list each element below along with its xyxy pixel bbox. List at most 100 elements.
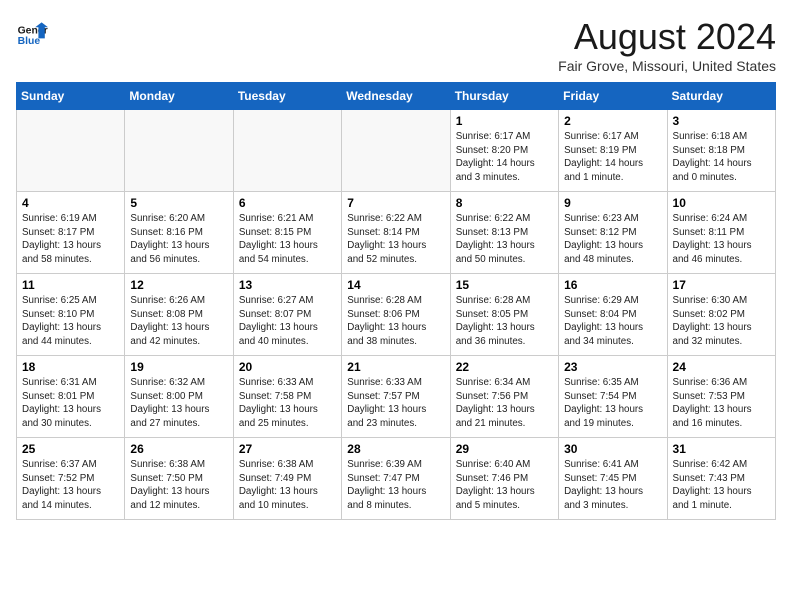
day-cell: 30 Sunrise: 6:41 AMSunset: 7:45 PMDayligh… (559, 438, 667, 520)
day-cell: 9 Sunrise: 6:23 AMSunset: 8:12 PMDaylight… (559, 192, 667, 274)
day-number: 5 (130, 196, 227, 210)
day-cell: 19 Sunrise: 6:32 AMSunset: 8:00 PMDayligh… (125, 356, 233, 438)
col-header-thursday: Thursday (450, 83, 558, 110)
day-cell (233, 110, 341, 192)
day-detail: Sunrise: 6:17 AMSunset: 8:19 PMDaylight:… (564, 130, 661, 185)
col-header-sunday: Sunday (17, 83, 125, 110)
day-number: 7 (347, 196, 444, 210)
day-number: 2 (564, 114, 661, 128)
day-cell: 27 Sunrise: 6:38 AMSunset: 7:49 PMDayligh… (233, 438, 341, 520)
col-header-monday: Monday (125, 83, 233, 110)
day-cell: 13Sunrise: 6:27 AMSunset: 8:07 PMDayligh… (233, 274, 341, 356)
day-detail: Sunrise: 6:41 AMSunset: 7:45 PMDaylight:… (564, 458, 661, 513)
day-number: 14 (347, 278, 444, 292)
day-number: 23 (564, 360, 661, 374)
title-block: August 2024 Fair Grove, Missouri, United… (558, 16, 776, 74)
day-cell: 25 Sunrise: 6:37 AMSunset: 7:52 PMDayligh… (17, 438, 125, 520)
day-cell (125, 110, 233, 192)
day-number: 3 (673, 114, 770, 128)
day-number: 31 (673, 442, 770, 456)
week-row-1: 1Sunrise: 6:17 AMSunset: 8:20 PMDaylight… (17, 110, 776, 192)
day-number: 19 (130, 360, 227, 374)
day-cell (17, 110, 125, 192)
week-row-2: 4Sunrise: 6:19 AMSunset: 8:17 PMDaylight… (17, 192, 776, 274)
day-detail: Sunrise: 6:20 AMSunset: 8:16 PMDaylight:… (130, 212, 227, 267)
logo: General Blue (16, 16, 48, 48)
day-cell: 18 Sunrise: 6:31 AMSunset: 8:01 PMDayligh… (17, 356, 125, 438)
day-detail: Sunrise: 6:40 AMSunset: 7:46 PMDaylight:… (456, 458, 553, 513)
day-cell: 4Sunrise: 6:19 AMSunset: 8:17 PMDaylight… (17, 192, 125, 274)
week-row-5: 25 Sunrise: 6:37 AMSunset: 7:52 PMDayligh… (17, 438, 776, 520)
day-number: 25 (22, 442, 119, 456)
week-row-4: 18 Sunrise: 6:31 AMSunset: 8:01 PMDayligh… (17, 356, 776, 438)
day-cell: 16 Sunrise: 6:29 AMSunset: 8:04 PMDayligh… (559, 274, 667, 356)
day-number: 8 (456, 196, 553, 210)
day-cell: 1Sunrise: 6:17 AMSunset: 8:20 PMDaylight… (450, 110, 558, 192)
col-header-saturday: Saturday (667, 83, 775, 110)
day-cell: 31 Sunrise: 6:42 AMSunset: 7:43 PMDayligh… (667, 438, 775, 520)
day-cell: 2 Sunrise: 6:17 AMSunset: 8:19 PMDaylight… (559, 110, 667, 192)
day-detail: Sunrise: 6:22 AMSunset: 8:14 PMDaylight:… (347, 212, 444, 267)
day-number: 18 (22, 360, 119, 374)
location-subtitle: Fair Grove, Missouri, United States (558, 58, 776, 74)
day-cell: 20 Sunrise: 6:33 AMSunset: 7:58 PMDayligh… (233, 356, 341, 438)
day-cell: 21 Sunrise: 6:33 AMSunset: 7:57 PMDayligh… (342, 356, 450, 438)
day-cell: 29 Sunrise: 6:40 AMSunset: 7:46 PMDayligh… (450, 438, 558, 520)
day-detail: Sunrise: 6:29 AMSunset: 8:04 PMDaylight:… (564, 294, 661, 349)
day-number: 21 (347, 360, 444, 374)
day-cell: 11 Sunrise: 6:25 AMSunset: 8:10 PMDayligh… (17, 274, 125, 356)
day-detail: Sunrise: 6:36 AMSunset: 7:53 PMDaylight:… (673, 376, 770, 431)
day-cell: 15 Sunrise: 6:28 AMSunset: 8:05 PMDayligh… (450, 274, 558, 356)
day-cell: 23Sunrise: 6:35 AMSunset: 7:54 PMDayligh… (559, 356, 667, 438)
month-year-title: August 2024 (558, 16, 776, 58)
day-detail: Sunrise: 6:37 AMSunset: 7:52 PMDaylight:… (22, 458, 119, 513)
day-cell: 14Sunrise: 6:28 AMSunset: 8:06 PMDayligh… (342, 274, 450, 356)
day-number: 10 (673, 196, 770, 210)
day-number: 22 (456, 360, 553, 374)
day-detail: Sunrise: 6:28 AMSunset: 8:05 PMDaylight:… (456, 294, 553, 349)
day-detail: Sunrise: 6:23 AMSunset: 8:12 PMDaylight:… (564, 212, 661, 267)
day-detail: Sunrise: 6:32 AMSunset: 8:00 PMDaylight:… (130, 376, 227, 431)
day-detail: Sunrise: 6:31 AMSunset: 8:01 PMDaylight:… (22, 376, 119, 431)
day-detail: Sunrise: 6:19 AMSunset: 8:17 PMDaylight:… (22, 212, 119, 267)
day-detail: Sunrise: 6:33 AMSunset: 7:57 PMDaylight:… (347, 376, 444, 431)
day-cell: 26Sunrise: 6:38 AMSunset: 7:50 PMDayligh… (125, 438, 233, 520)
day-cell: 5 Sunrise: 6:20 AMSunset: 8:16 PMDaylight… (125, 192, 233, 274)
day-number: 1 (456, 114, 553, 128)
day-number: 12 (130, 278, 227, 292)
calendar-table: SundayMondayTuesdayWednesdayThursdayFrid… (16, 82, 776, 520)
col-header-tuesday: Tuesday (233, 83, 341, 110)
day-detail: Sunrise: 6:25 AMSunset: 8:10 PMDaylight:… (22, 294, 119, 349)
day-detail: Sunrise: 6:30 AMSunset: 8:02 PMDaylight:… (673, 294, 770, 349)
day-number: 29 (456, 442, 553, 456)
day-detail: Sunrise: 6:18 AMSunset: 8:18 PMDaylight:… (673, 130, 770, 185)
day-detail: Sunrise: 6:42 AMSunset: 7:43 PMDaylight:… (673, 458, 770, 513)
day-number: 27 (239, 442, 336, 456)
day-detail: Sunrise: 6:24 AMSunset: 8:11 PMDaylight:… (673, 212, 770, 267)
day-number: 20 (239, 360, 336, 374)
day-detail: Sunrise: 6:33 AMSunset: 7:58 PMDaylight:… (239, 376, 336, 431)
day-cell: 6Sunrise: 6:21 AMSunset: 8:15 PMDaylight… (233, 192, 341, 274)
week-row-3: 11 Sunrise: 6:25 AMSunset: 8:10 PMDayligh… (17, 274, 776, 356)
day-detail: Sunrise: 6:38 AMSunset: 7:49 PMDaylight:… (239, 458, 336, 513)
day-detail: Sunrise: 6:22 AMSunset: 8:13 PMDaylight:… (456, 212, 553, 267)
day-number: 15 (456, 278, 553, 292)
day-number: 26 (130, 442, 227, 456)
day-number: 28 (347, 442, 444, 456)
day-cell: 24Sunrise: 6:36 AMSunset: 7:53 PMDayligh… (667, 356, 775, 438)
day-number: 9 (564, 196, 661, 210)
day-cell (342, 110, 450, 192)
day-number: 13 (239, 278, 336, 292)
day-cell: 3 Sunrise: 6:18 AMSunset: 8:18 PMDaylight… (667, 110, 775, 192)
page-header: General Blue August 2024 Fair Grove, Mis… (16, 16, 776, 74)
day-number: 11 (22, 278, 119, 292)
day-cell: 22Sunrise: 6:34 AMSunset: 7:56 PMDayligh… (450, 356, 558, 438)
col-header-friday: Friday (559, 83, 667, 110)
day-number: 30 (564, 442, 661, 456)
col-header-wednesday: Wednesday (342, 83, 450, 110)
day-number: 17 (673, 278, 770, 292)
svg-text:Blue: Blue (18, 36, 41, 47)
day-number: 6 (239, 196, 336, 210)
day-cell: 12Sunrise: 6:26 AMSunset: 8:08 PMDayligh… (125, 274, 233, 356)
day-number: 16 (564, 278, 661, 292)
